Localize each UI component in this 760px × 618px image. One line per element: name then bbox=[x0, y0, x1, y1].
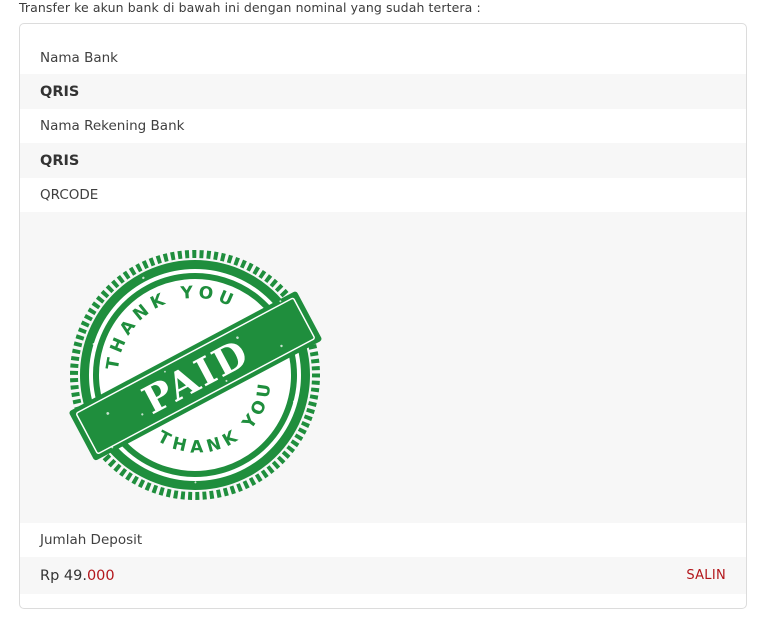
deposit-amount: Rp 49.000 bbox=[40, 568, 115, 584]
deposit-amount-row: Rp 49.000 SALIN bbox=[20, 557, 746, 594]
deposit-label: Jumlah Deposit bbox=[40, 532, 143, 548]
account-name-value-row: QRIS bbox=[20, 143, 746, 178]
deposit-amount-main: Rp 49. bbox=[40, 567, 87, 584]
deposit-amount-tail: 000 bbox=[86, 567, 115, 584]
bank-name-value: QRIS bbox=[40, 83, 80, 100]
bank-name-value-row: QRIS bbox=[20, 74, 746, 109]
bank-name-label-row: Nama Bank bbox=[20, 40, 746, 76]
account-name-label-row: Nama Rekening Bank bbox=[20, 109, 746, 143]
account-name-value: QRIS bbox=[40, 152, 80, 169]
paid-stamp-image: THANK YOU THANK YOU PAID bbox=[69, 250, 322, 500]
qrcode-image-area: THANK YOU THANK YOU PAID bbox=[20, 212, 746, 523]
copy-amount-button[interactable]: SALIN bbox=[686, 568, 726, 583]
payment-details-card: Nama Bank QRIS Nama Rekening Bank QRIS Q… bbox=[19, 23, 747, 609]
transfer-instruction: Transfer ke akun bank di bawah ini denga… bbox=[19, 0, 481, 15]
qrcode-label: QRCODE bbox=[40, 187, 99, 203]
qrcode-label-row: QRCODE bbox=[20, 178, 746, 212]
deposit-label-row: Jumlah Deposit bbox=[20, 523, 746, 557]
account-name-label: Nama Rekening Bank bbox=[40, 118, 185, 134]
bank-name-label: Nama Bank bbox=[40, 50, 118, 66]
